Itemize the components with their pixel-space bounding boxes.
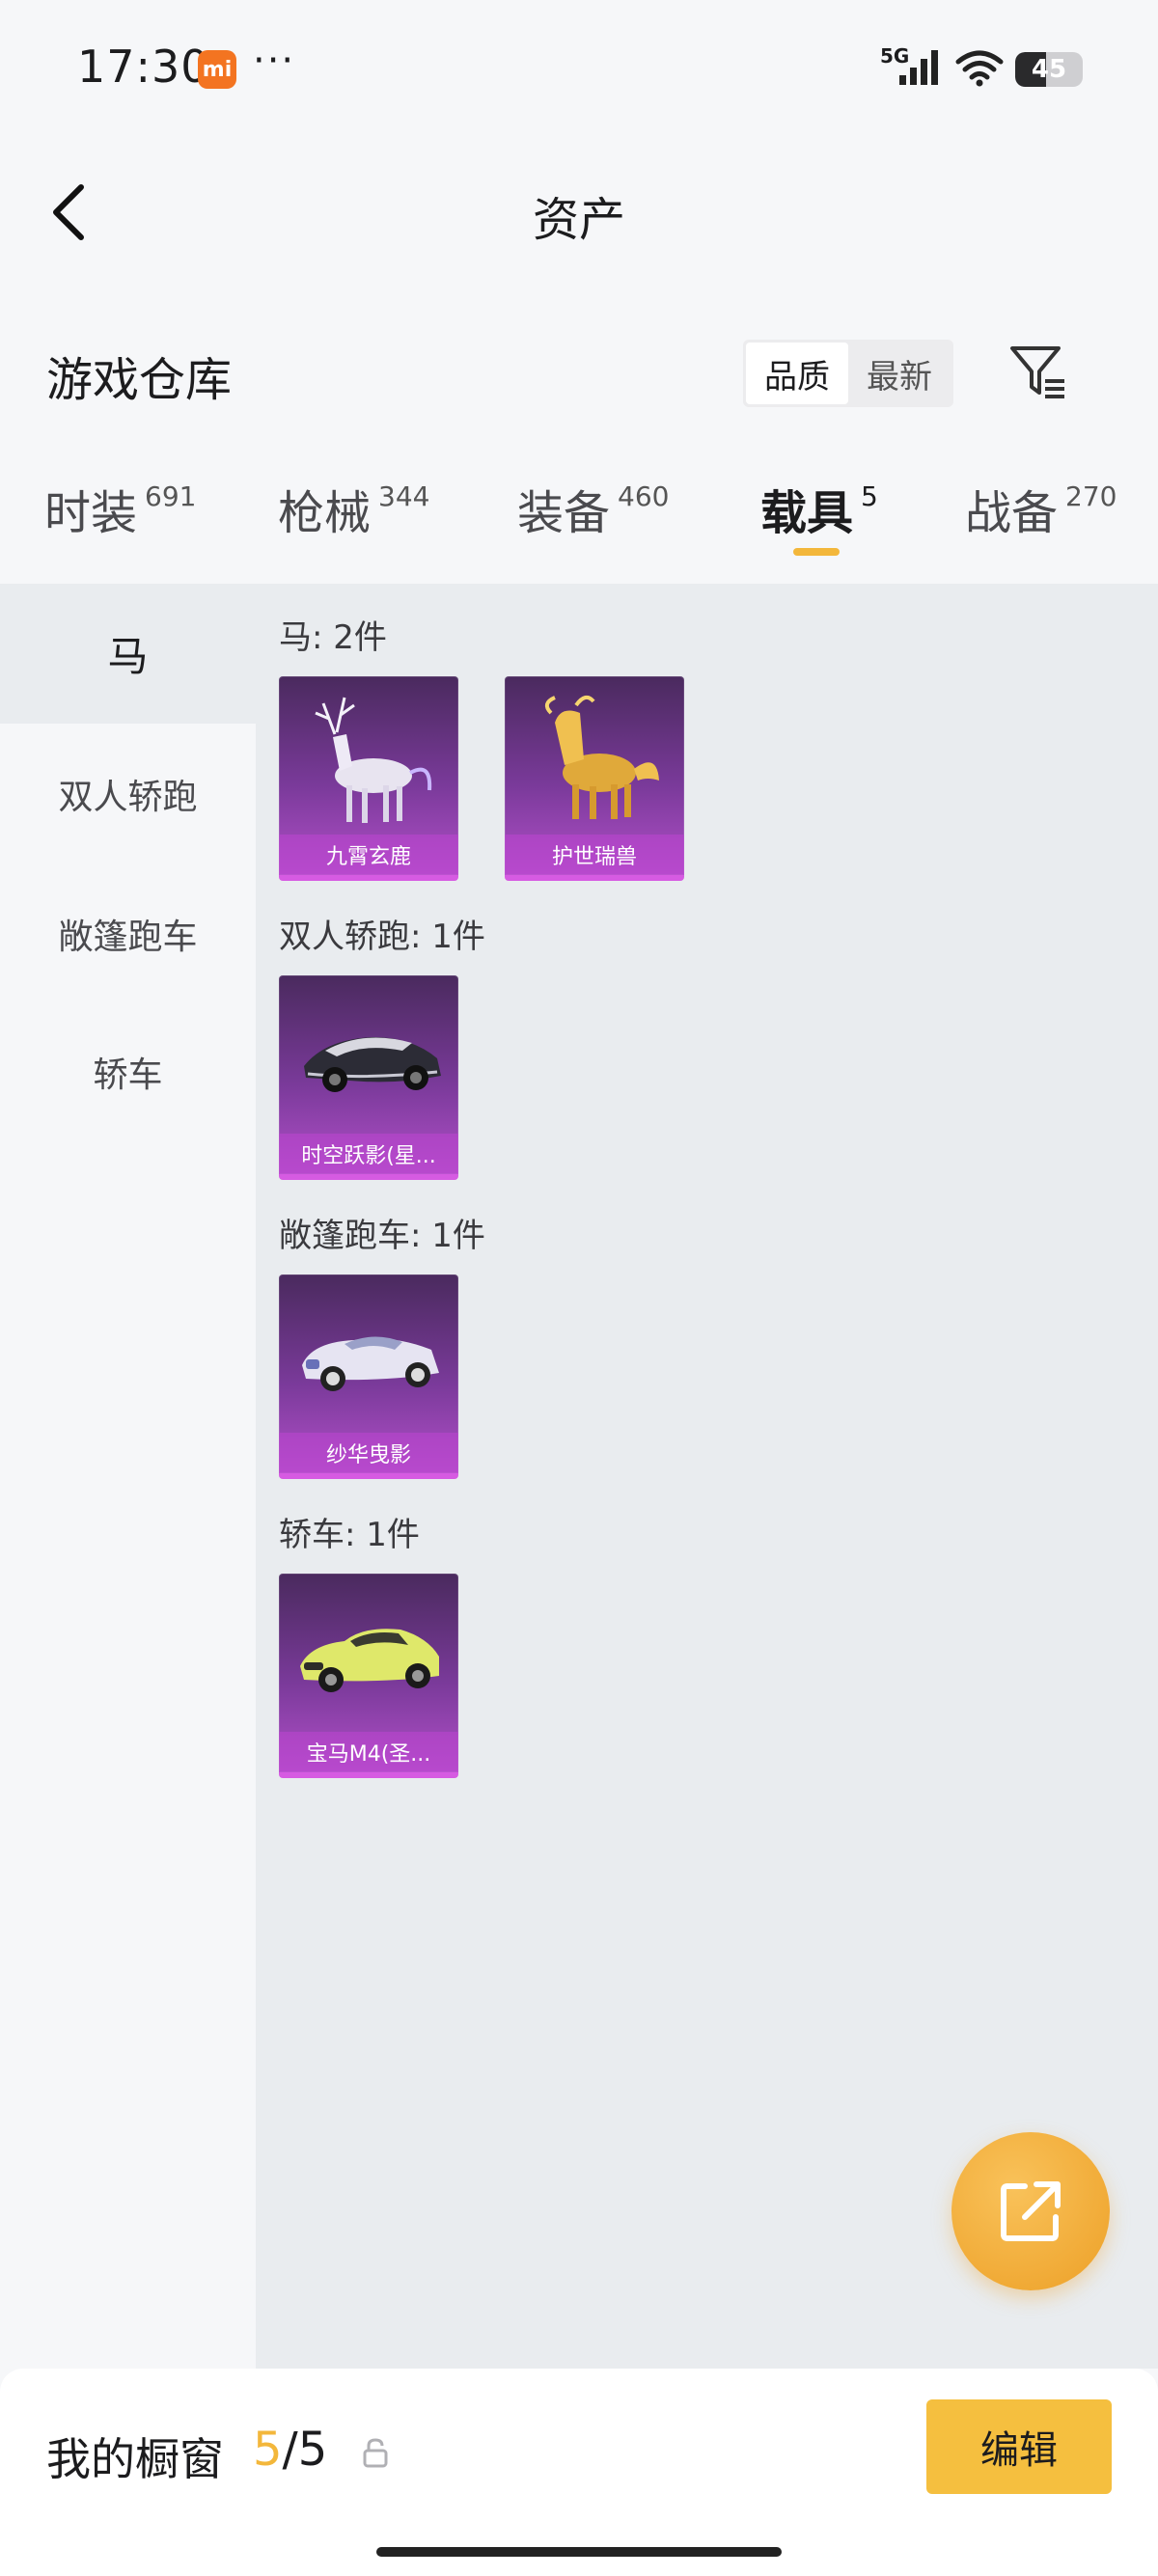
tab-label: 装备 [517,486,611,540]
tab-label: 枪械 [278,486,372,540]
group-title: 轿车: 1件 [279,1516,420,1554]
group-title: 双人轿跑: 1件 [279,918,485,956]
tab-fashion[interactable]: 时装 691 [44,475,196,542]
group-title: 敞篷跑车: 1件 [279,1217,485,1255]
item-name: 九霄玄鹿 [279,835,458,875]
tab-count: 460 [618,480,670,512]
showcase-count: 5/5 [253,2423,327,2477]
tab-combat-supplies[interactable]: 战备 270 [965,475,1117,542]
active-tab-indicator [793,548,840,556]
tab-count: 344 [378,480,430,512]
item-card[interactable]: 护世瑞兽 [505,676,684,881]
battery-level-text: 45 [1031,55,1067,84]
tab-count: 691 [145,480,197,512]
showcase-current: 5 [253,2423,283,2477]
section-title: 游戏仓库 [46,353,233,407]
section-header: 游戏仓库 品质 最新 [0,318,1158,425]
wifi-icon [955,50,1004,87]
mi-icon: mi [198,50,236,89]
item-list: 马: 2件 九霄玄鹿 护世瑞兽 双人轿跑: 1件 时空跃影(星... 敞篷跑车:… [256,584,1158,2369]
sort-quality-button[interactable]: 品质 [746,343,848,404]
status-time: 17:30 [77,41,210,93]
coupe-car-icon [304,1037,441,1092]
battery-icon: 45 [1015,52,1083,87]
item-name: 护世瑞兽 [505,835,684,875]
category-tabs: 时装 691 枪械 344 装备 460 载具 5 战备 270 [0,444,1158,584]
item-card[interactable]: 时空跃影(星... [279,975,458,1180]
sidebar-item-sedan[interactable]: 轿车 [0,1001,256,1141]
group-title: 马: 2件 [279,618,387,657]
tab-equipment[interactable]: 装备 460 [517,475,669,542]
signal-icon [899,50,938,85]
sidebar-item-convertible[interactable]: 敞篷跑车 [0,863,256,1003]
more-dots-icon: ··· [253,39,296,83]
item-card[interactable]: 宝马M4(圣... [279,1574,458,1778]
item-name: 时空跃影(星... [279,1134,458,1174]
tab-vehicles[interactable]: 载具 5 [760,475,878,542]
filter-icon[interactable] [1004,338,1071,405]
sort-newest-button[interactable]: 最新 [848,343,951,404]
showcase-total: /5 [282,2423,328,2477]
nav-bar: 资产 [0,154,1158,270]
tab-label: 时装 [44,486,138,540]
page-title: 资产 [532,193,625,247]
tab-label: 战备 [965,486,1059,540]
tab-count: 5 [861,480,878,512]
sidebar-item-horse[interactable]: 马 [0,584,256,724]
sort-toggle: 品质 最新 [743,340,953,407]
showcase-label: 我的橱窗 [46,2433,224,2485]
tab-count: 270 [1065,480,1117,512]
item-card[interactable]: 纱华曳影 [279,1274,458,1479]
deer-mount-icon [315,697,432,823]
showcase-bar: 我的橱窗 5/5 编辑 [0,2369,1158,2576]
item-card[interactable]: 九霄玄鹿 [279,676,458,881]
home-indicator[interactable] [376,2547,782,2557]
item-name: 纱华曳影 [279,1433,458,1473]
vehicle-type-sidebar: 马 双人轿跑 敞篷跑车 轿车 [0,584,256,2369]
tab-firearms[interactable]: 枪械 344 [278,475,429,542]
convertible-car-icon [302,1336,439,1391]
sidebar-item-coupe[interactable]: 双人轿跑 [0,724,256,863]
edit-button[interactable]: 编辑 [926,2399,1112,2494]
lock-icon[interactable] [361,2436,390,2469]
item-name: 宝马M4(圣... [279,1732,458,1772]
golden-beast-mount-icon [544,695,659,819]
status-bar: 17:30 mi ··· 5G 45 [0,0,1158,135]
share-external-icon[interactable] [951,2132,1110,2290]
tab-label: 载具 [760,486,854,540]
sedan-car-icon [300,1629,439,1692]
